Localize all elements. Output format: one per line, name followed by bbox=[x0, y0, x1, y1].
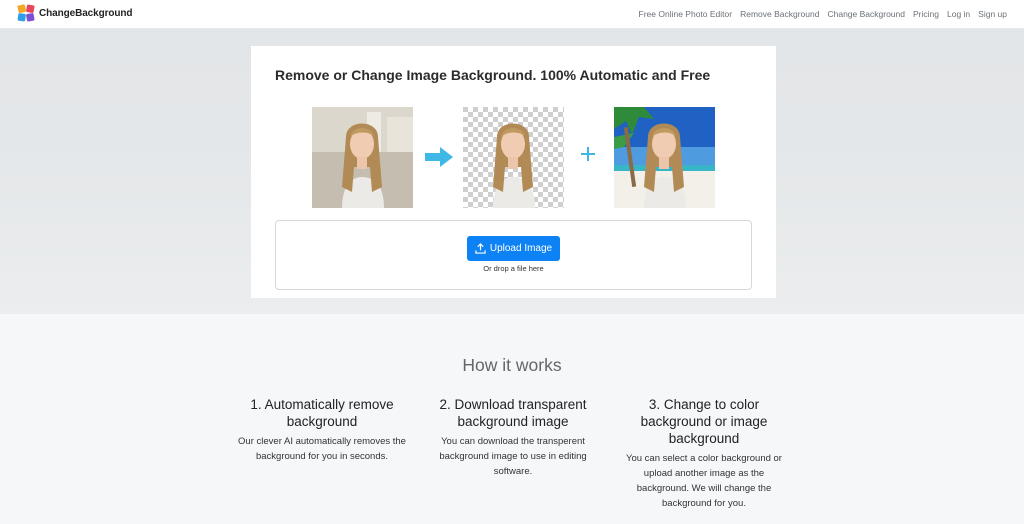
nav-change-background[interactable]: Change Background bbox=[827, 9, 905, 19]
step-description: Our clever AI automatically removes the … bbox=[238, 436, 406, 462]
top-navbar: ChangeBackground Free Online Photo Edito… bbox=[0, 0, 1024, 29]
step-change-background: 3. Change to color background or image b… bbox=[619, 396, 789, 511]
step-description: You can download the transperent backgro… bbox=[439, 436, 587, 477]
nav-links: Free Online Photo Editor Remove Backgrou… bbox=[639, 9, 1007, 19]
step-title: 2. Download transparent background image bbox=[439, 397, 587, 429]
brand-link[interactable]: ChangeBackground bbox=[17, 4, 133, 23]
drop-zone[interactable]: Upload Image Or drop a file here bbox=[275, 220, 752, 290]
step-remove-background: 1. Automatically remove background Our c… bbox=[237, 396, 407, 464]
upload-image-button[interactable]: Upload Image bbox=[467, 236, 560, 261]
how-it-works-title: How it works bbox=[462, 355, 562, 375]
step-download-transparent: 2. Download transparent background image… bbox=[428, 396, 598, 479]
drop-file-text: Or drop a file here bbox=[483, 264, 544, 273]
original-photo bbox=[312, 107, 413, 208]
brand-logo-icon bbox=[17, 4, 35, 22]
nav-signup[interactable]: Sign up bbox=[978, 9, 1007, 19]
transparent-photo bbox=[463, 107, 564, 208]
step-title: 1. Automatically remove background bbox=[250, 397, 394, 429]
step-title: 3. Change to color background or image b… bbox=[640, 397, 768, 446]
upload-image-label: Upload Image bbox=[489, 243, 553, 254]
nav-login[interactable]: Log in bbox=[947, 9, 970, 19]
upload-icon bbox=[475, 243, 486, 254]
upload-card: Remove or Change Image Background. 100% … bbox=[251, 46, 776, 298]
hero-title: Remove or Change Image Background. 100% … bbox=[275, 67, 711, 83]
brand-name: ChangeBackground bbox=[39, 8, 133, 19]
nav-photo-editor[interactable]: Free Online Photo Editor bbox=[639, 9, 733, 19]
step-description: You can select a color background or upl… bbox=[626, 453, 782, 509]
plus-icon bbox=[581, 147, 595, 161]
beach-background-photo bbox=[614, 107, 715, 208]
nav-remove-background[interactable]: Remove Background bbox=[740, 9, 819, 19]
nav-pricing[interactable]: Pricing bbox=[913, 9, 939, 19]
arrow-right-icon bbox=[425, 147, 453, 167]
